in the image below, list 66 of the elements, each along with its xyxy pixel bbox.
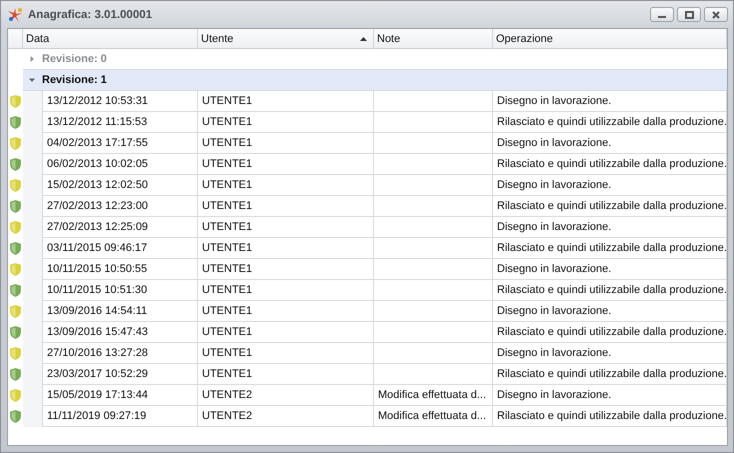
table-cell: 10/11/2015 10:51:30 bbox=[43, 280, 198, 301]
table-cell: UTENTE1 bbox=[198, 322, 374, 343]
indent-cell bbox=[23, 406, 43, 427]
table-cell: UTENTE1 bbox=[198, 91, 374, 112]
minimize-button[interactable] bbox=[650, 7, 674, 22]
table-cell: Disegno in lavorazione. bbox=[493, 133, 727, 154]
table-cell: 27/10/2016 13:27:28 bbox=[43, 343, 198, 364]
table-cell: Modifica effettuata d... bbox=[374, 385, 493, 406]
table-cell: 23/03/2017 10:52:29 bbox=[43, 364, 198, 385]
table-cell: 15/05/2019 17:13:44 bbox=[43, 385, 198, 406]
table-cell: UTENTE1 bbox=[198, 343, 374, 364]
table-cell: 06/02/2013 10:02:05 bbox=[43, 154, 198, 175]
table-cell: 13/09/2016 14:54:11 bbox=[43, 301, 198, 322]
table-cell: 13/09/2016 15:47:43 bbox=[43, 322, 198, 343]
table-cell: Disegno in lavorazione. bbox=[493, 91, 727, 112]
table-cell: Modifica effettuata d... bbox=[374, 406, 493, 427]
table-cell: UTENTE1 bbox=[198, 238, 374, 259]
table-cell: 04/02/2013 17:17:55 bbox=[43, 133, 198, 154]
table-cell: UTENTE1 bbox=[198, 133, 374, 154]
indent-cell bbox=[23, 91, 43, 112]
column-header[interactable]: Note bbox=[374, 29, 493, 48]
table-cell: Rilasciato e quindi utilizzabile dalla produzione. bbox=[493, 238, 727, 259]
column-header[interactable]: Utente bbox=[198, 29, 374, 48]
table-cell: Rilasciato e quindi utilizzabile dalla produzione. bbox=[493, 364, 727, 385]
column-header[interactable]: Operazione bbox=[493, 29, 727, 48]
table-cell: 13/12/2012 11:15:53 bbox=[43, 112, 198, 133]
table-cell: Disegno in lavorazione. bbox=[493, 217, 727, 238]
collapse-icon[interactable] bbox=[29, 77, 35, 83]
table-cell: Rilasciato e quindi utilizzabile dalla produzione. bbox=[493, 322, 727, 343]
table-cell: UTENTE1 bbox=[198, 217, 374, 238]
table-cell: Disegno in lavorazione. bbox=[493, 259, 727, 280]
table-cell: UTENTE1 bbox=[198, 196, 374, 217]
table-cell: UTENTE1 bbox=[198, 280, 374, 301]
table-cell: 15/02/2013 12:02:50 bbox=[43, 175, 198, 196]
table-cell: UTENTE1 bbox=[198, 154, 374, 175]
table-cell: Rilasciato e quindi utilizzabile dalla produzione. bbox=[493, 280, 727, 301]
column-header[interactable]: Data bbox=[23, 29, 198, 48]
table-cell: 03/11/2015 09:46:17 bbox=[43, 238, 198, 259]
table-cell: UTENTE2 bbox=[198, 385, 374, 406]
expand-icon[interactable] bbox=[29, 56, 35, 62]
window-title: Anagrafica: 3.01.00001 bbox=[28, 8, 154, 20]
table-cell: UTENTE1 bbox=[198, 259, 374, 280]
table-cell: 27/02/2013 12:25:09 bbox=[43, 217, 198, 238]
table-cell: Disegno in lavorazione. bbox=[493, 175, 727, 196]
table-cell: Disegno in lavorazione. bbox=[493, 301, 727, 322]
table-cell: UTENTE1 bbox=[198, 112, 374, 133]
table-cell: 27/02/2013 12:23:00 bbox=[43, 196, 198, 217]
table-cell: Disegno in lavorazione. bbox=[493, 343, 727, 364]
table-cell: 10/11/2015 10:50:55 bbox=[43, 259, 198, 280]
table-cell: UTENTE1 bbox=[198, 175, 374, 196]
table-cell: 11/11/2019 09:27:19 bbox=[43, 406, 198, 427]
table-cell: UTENTE2 bbox=[198, 406, 374, 427]
table-cell: Disegno in lavorazione. bbox=[493, 385, 727, 406]
close-button[interactable] bbox=[704, 7, 728, 22]
table-cell: Rilasciato e quindi utilizzabile dalla produzione. bbox=[493, 406, 727, 427]
table-cell: Rilasciato e quindi utilizzabile dalla produzione. bbox=[493, 154, 727, 175]
table-cell: 13/12/2012 10:53:31 bbox=[43, 91, 198, 112]
maximize-button[interactable] bbox=[677, 7, 701, 22]
table-cell: Rilasciato e quindi utilizzabile dalla produzione. bbox=[493, 112, 727, 133]
group-row[interactable]: Revisione: 1 bbox=[23, 70, 727, 91]
maximize-icon bbox=[684, 10, 694, 18]
table-cell: Rilasciato e quindi utilizzabile dalla produzione. bbox=[493, 196, 727, 217]
table-cell: UTENTE1 bbox=[198, 301, 374, 322]
table-cell: UTENTE1 bbox=[198, 364, 374, 385]
app-logo-icon bbox=[7, 6, 23, 22]
close-icon bbox=[712, 10, 720, 18]
